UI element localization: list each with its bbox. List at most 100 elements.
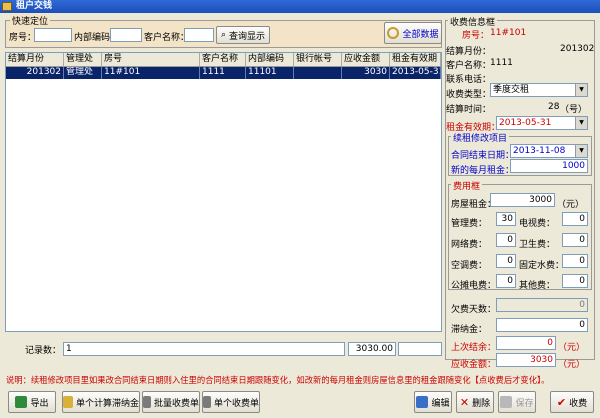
info-type-label: 收费类型： bbox=[446, 90, 492, 100]
charge-type-select[interactable]: 季度交租 ▼ bbox=[490, 83, 588, 97]
last-balance-label: 上次结余： bbox=[451, 343, 497, 353]
new-rent-input[interactable]: 1000 bbox=[510, 159, 588, 173]
info-room-value: 11#101 bbox=[490, 28, 527, 38]
late-fee-input[interactable]: 0 bbox=[496, 318, 588, 332]
column-header[interactable]: 客户名称 bbox=[200, 53, 246, 66]
tv-fee-input[interactable]: 0 bbox=[562, 212, 588, 226]
cell-bank bbox=[294, 67, 342, 79]
charge-info-title: 收费信息框 bbox=[448, 15, 498, 28]
all-data-button[interactable]: 全部数据 bbox=[384, 22, 442, 44]
info-month-value: 201302 bbox=[560, 44, 595, 54]
info-month-label: 结算月份： bbox=[446, 47, 492, 57]
contract-end-label: 合同结束日期： bbox=[451, 151, 515, 161]
footer-blank-cell bbox=[398, 342, 442, 356]
binoculars-icon: ⌕ bbox=[220, 30, 227, 40]
info-customer-value: 1111 bbox=[490, 58, 513, 68]
power-fee-input[interactable]: 0 bbox=[496, 274, 516, 288]
printer-icon bbox=[143, 396, 151, 408]
window-title: 租户交钱 bbox=[16, 1, 53, 11]
save-icon bbox=[500, 396, 513, 408]
cell-code: 11101 bbox=[246, 67, 294, 79]
magnifier-icon bbox=[387, 27, 400, 39]
quick-locate-title: 快速定位 bbox=[10, 14, 51, 27]
arrears-days-input: 0 bbox=[496, 298, 588, 312]
other-fee-label: 其他费： bbox=[519, 281, 556, 291]
cell-office: 管理处 bbox=[64, 67, 102, 79]
info-time-unit: （号） bbox=[560, 105, 588, 115]
ac-fee-input[interactable]: 0 bbox=[496, 254, 516, 268]
mgmt-fee-input[interactable]: 30 bbox=[496, 212, 516, 226]
last-balance-unit: （元） bbox=[558, 343, 586, 353]
edit-icon bbox=[416, 396, 429, 408]
printer-icon bbox=[203, 396, 211, 408]
customer-label: 客户名称： bbox=[144, 33, 190, 43]
app-icon bbox=[2, 2, 12, 11]
rent-unit: （元） bbox=[557, 200, 585, 210]
rent-input[interactable]: 3000 bbox=[490, 193, 555, 207]
chevron-down-icon[interactable]: ▼ bbox=[575, 117, 587, 129]
receivable-input[interactable]: 3030 bbox=[496, 353, 556, 367]
mgmt-fee-label: 管理费： bbox=[451, 219, 488, 229]
search-button[interactable]: ⌕ 查询显示 bbox=[216, 26, 270, 44]
receivable-label: 应收金额： bbox=[451, 360, 497, 370]
chevron-down-icon[interactable]: ▼ bbox=[575, 84, 587, 96]
single-bill-button[interactable]: 单个收费单 bbox=[202, 391, 260, 413]
room-label: 房号： bbox=[9, 33, 37, 43]
record-count-label: 记录数： bbox=[25, 346, 62, 356]
power-fee-label: 公摊电费： bbox=[451, 281, 497, 291]
sanitary-fee-input[interactable]: 0 bbox=[562, 233, 588, 247]
total-amount-value: 3030.00 bbox=[348, 342, 396, 356]
column-header[interactable]: 结算月份 bbox=[6, 53, 64, 66]
column-header[interactable]: 内部编码 bbox=[246, 53, 294, 66]
quick-locate-group: 快速定位 房号： 内部编码： 客户名称： ⌕ 查询显示 bbox=[5, 14, 442, 48]
charge-button[interactable]: ✔ 收费 bbox=[550, 391, 594, 413]
info-time-value: 28 bbox=[548, 102, 560, 112]
renewal-modify-title: 续租修改项目 bbox=[451, 131, 510, 144]
new-rent-label: 新的每月租金： bbox=[451, 166, 515, 176]
cell-amount: 3030 bbox=[342, 67, 390, 79]
arrears-days-label: 欠费天数： bbox=[451, 305, 497, 315]
code-search-input[interactable] bbox=[110, 28, 142, 42]
table-row[interactable]: 201302 管理处 11#101 1111 11101 3030 2013-0… bbox=[6, 67, 441, 79]
rent-expiry-date-picker[interactable]: 2013-05-31 ▼ bbox=[496, 116, 588, 130]
save-button[interactable]: 保存 bbox=[498, 391, 536, 413]
checkmark-icon: ✔ bbox=[556, 395, 567, 409]
water-fee-input[interactable]: 0 bbox=[562, 254, 588, 268]
record-count-value: 1 bbox=[63, 342, 345, 356]
cell-room: 11#101 bbox=[102, 67, 200, 79]
grid-header: 结算月份 管理处 房号 客户名称 内部编码 银行帐号 应收金额 租金有效期 bbox=[6, 53, 441, 67]
window-title-bar: 租户交钱 bbox=[0, 0, 600, 13]
receivable-unit: （元） bbox=[558, 360, 586, 370]
delete-button[interactable]: ✕ 删除 bbox=[456, 391, 494, 413]
column-header[interactable]: 房号 bbox=[102, 53, 200, 66]
column-header[interactable]: 管理处 bbox=[64, 53, 102, 66]
edit-button[interactable]: 编辑 bbox=[414, 391, 452, 413]
column-header[interactable]: 租金有效期 bbox=[390, 53, 441, 66]
net-fee-label: 网络费： bbox=[451, 240, 488, 250]
water-fee-label: 固定水费： bbox=[519, 261, 565, 271]
customer-search-input[interactable] bbox=[184, 28, 214, 42]
last-balance-input[interactable]: 0 bbox=[496, 336, 556, 350]
tv-fee-label: 电视费： bbox=[519, 219, 556, 229]
sanitary-fee-label: 卫生费： bbox=[519, 240, 556, 250]
batch-bill-button[interactable]: 批量收费单 bbox=[142, 391, 200, 413]
ac-fee-label: 空调费： bbox=[451, 261, 488, 271]
record-grid[interactable]: 结算月份 管理处 房号 客户名称 内部编码 银行帐号 应收金额 租金有效期 20… bbox=[5, 52, 442, 332]
column-header[interactable]: 应收金额 bbox=[342, 53, 390, 66]
info-customer-label: 客户名称： bbox=[446, 61, 492, 71]
column-header[interactable]: 银行帐号 bbox=[294, 53, 342, 66]
excel-icon bbox=[15, 396, 28, 408]
calculator-icon bbox=[63, 396, 73, 408]
instruction-note: 说明：续租修改项目里如果改合同结束日期则入住里的合同结束日期跟随变化，如改新的每… bbox=[6, 375, 550, 385]
net-fee-input[interactable]: 0 bbox=[496, 233, 516, 247]
room-search-input[interactable] bbox=[34, 28, 72, 42]
info-time-label: 结算时间： bbox=[446, 105, 492, 115]
other-fee-input[interactable]: 0 bbox=[562, 274, 588, 288]
late-fee-label: 滞纳金： bbox=[451, 325, 488, 335]
cell-expiry: 2013-05-31 bbox=[392, 67, 441, 79]
chevron-down-icon[interactable]: ▼ bbox=[575, 145, 587, 157]
single-late-fee-button[interactable]: 单个计算滞纳金 bbox=[62, 391, 140, 413]
contract-end-date-picker[interactable]: 2013-11-08 ▼ bbox=[510, 144, 588, 158]
info-phone-label: 联系电话： bbox=[446, 75, 492, 85]
export-button[interactable]: 导出 bbox=[8, 391, 56, 413]
